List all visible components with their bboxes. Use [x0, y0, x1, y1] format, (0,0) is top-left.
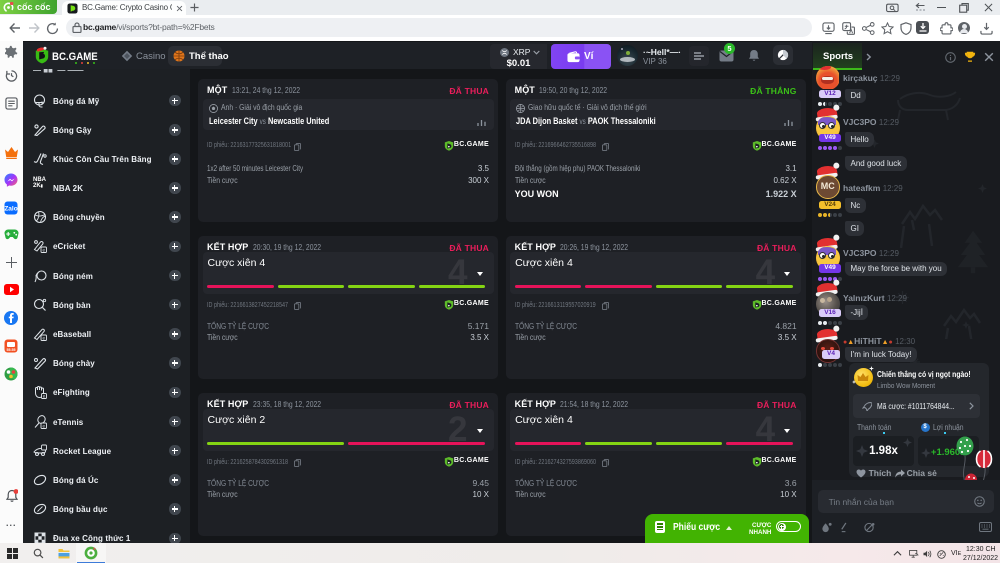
- svg-text:Zalo: Zalo: [4, 206, 17, 213]
- svg-text:55.55: 55.55: [7, 348, 16, 352]
